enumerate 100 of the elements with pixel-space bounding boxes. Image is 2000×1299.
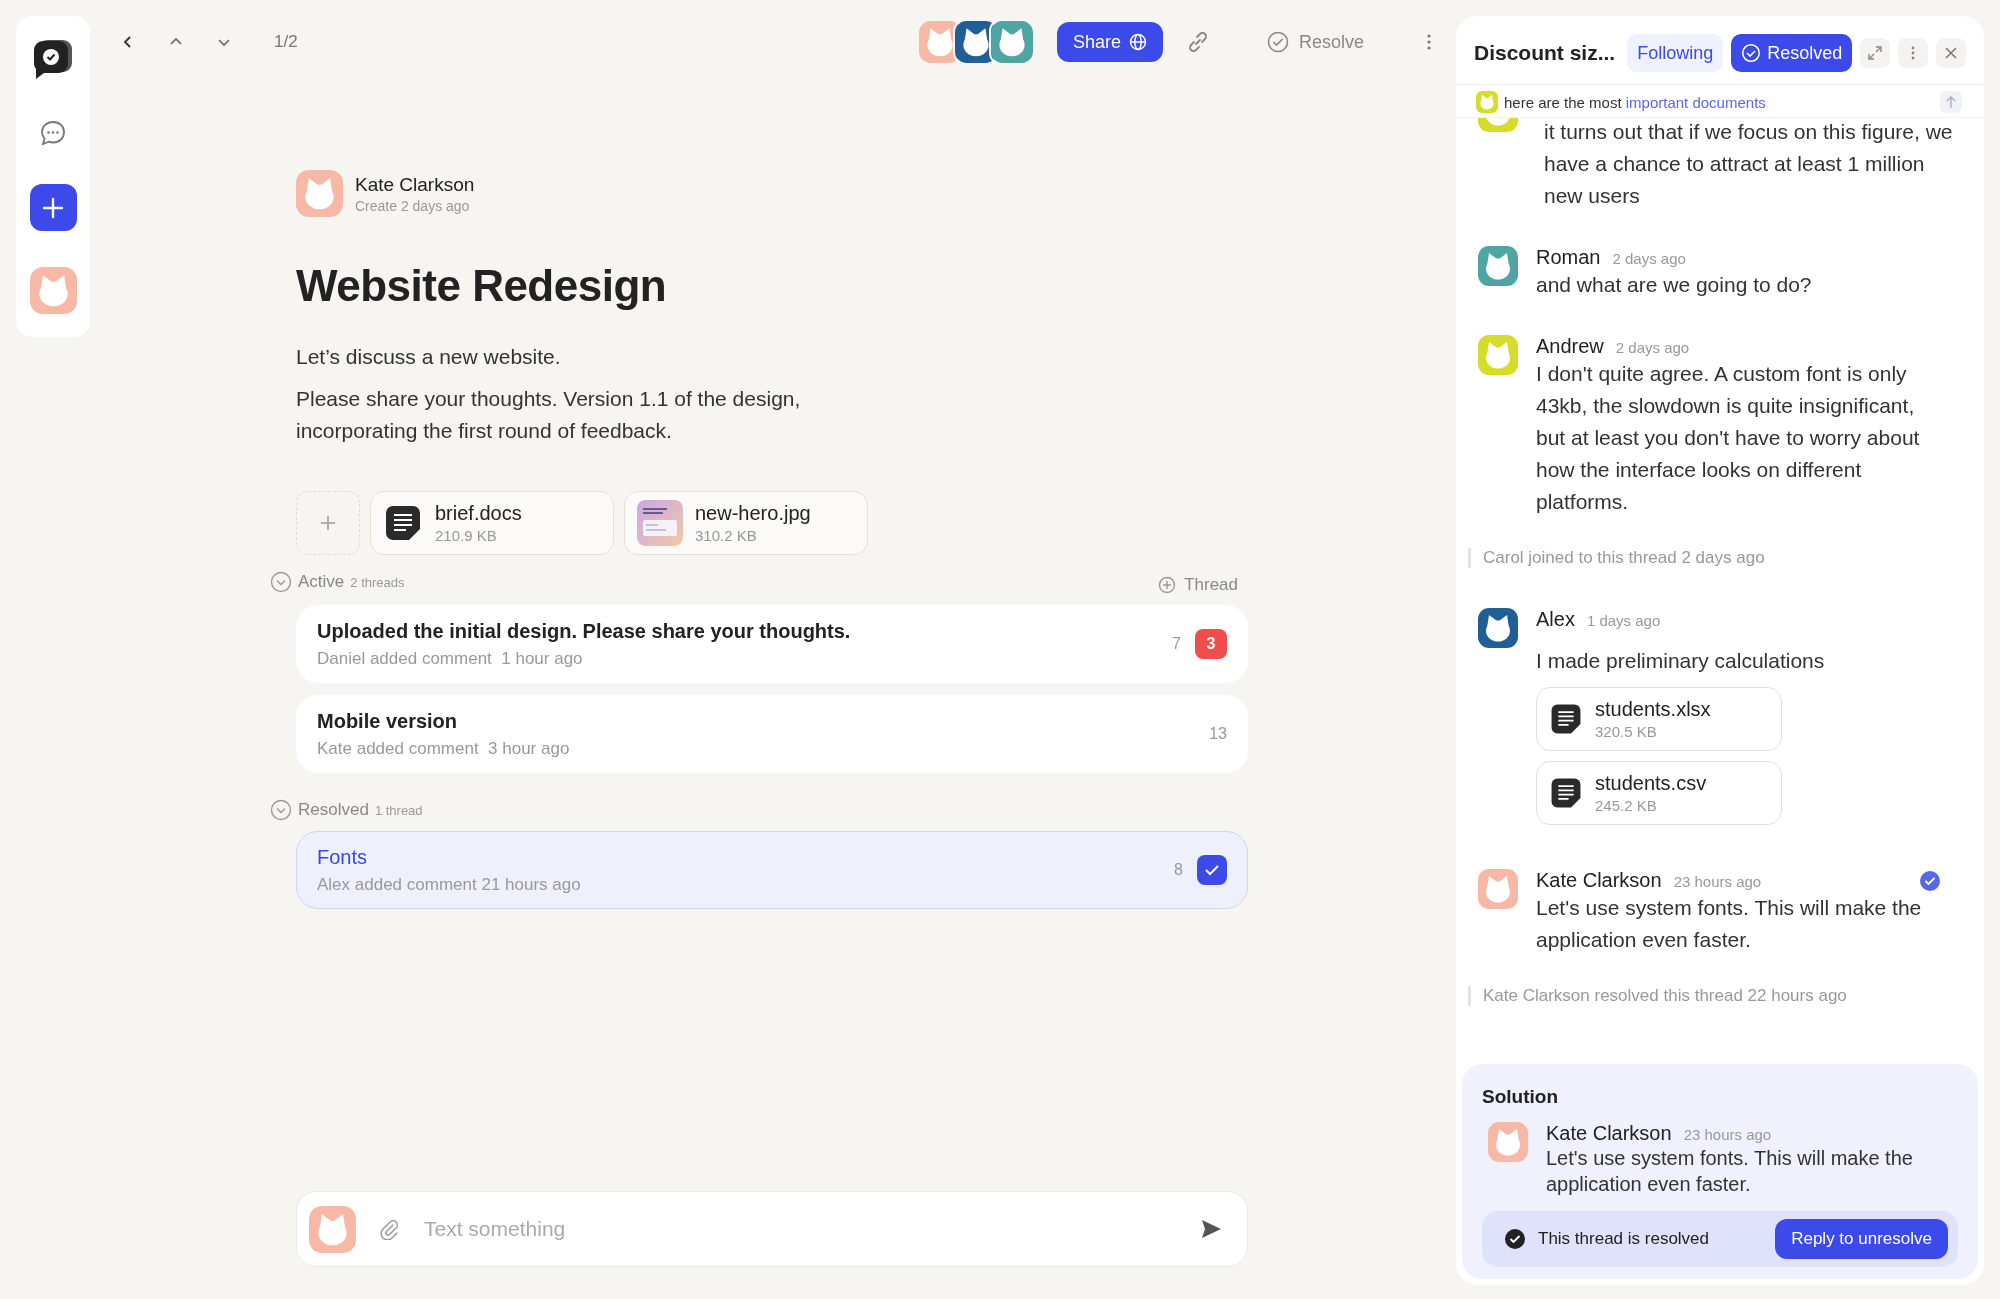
message-field[interactable]: Text something [296, 1191, 1248, 1267]
plus-icon [42, 196, 64, 219]
attachment-card[interactable]: new-hero.jpg 310.2 KB [624, 491, 868, 555]
avatar [1478, 608, 1518, 648]
file-name: students.xlsx [1595, 698, 1711, 721]
document-icon [383, 503, 423, 543]
post-paragraph: Let’s discuss a new website. [296, 344, 562, 370]
message-input[interactable]: Text something [422, 1216, 1177, 1242]
post-title: Website Redesign [296, 261, 668, 311]
expand-icon [1867, 45, 1884, 61]
avatar [1488, 1122, 1528, 1162]
thread-title: Discount siz... [1474, 41, 1616, 65]
close-button[interactable] [1936, 38, 1966, 68]
attachment-card[interactable]: students.xlsx 320.5 KB [1536, 687, 1782, 751]
file-name: new-hero.jpg [695, 502, 811, 525]
unread-badge: 3 [1195, 629, 1227, 659]
thread-item[interactable]: Mobile version Kate added comment 3 hour ago 13 [296, 695, 1248, 773]
thread-title: Uploaded the initial design. Please share your thoughts. [317, 619, 852, 643]
attachment-card[interactable]: brief.docs 210.9 KB [370, 491, 614, 555]
document-icon [1549, 776, 1583, 810]
message-text: I don't quite agree. A custom font is only 43kb, the slowdown is quite insignificant, but at least you don't have to worry about how the interface looks on different platforms. [1536, 361, 1921, 515]
globe-icon [1128, 33, 1147, 51]
avatar [29, 267, 77, 314]
thread-event: Kate Clarkson resolved this thread 22 hours ago [1468, 986, 1962, 1006]
add-button[interactable] [29, 184, 77, 231]
author-name: Roman [1536, 246, 1601, 269]
resolve-button[interactable]: Resolve [1260, 30, 1370, 54]
more-icon [1911, 45, 1916, 61]
author-name: Kate Clarkson [1536, 869, 1662, 892]
plus-icon [319, 514, 337, 532]
send-icon[interactable] [1199, 1217, 1223, 1241]
file-size: 210.9 KB [435, 527, 498, 544]
avatar [1478, 869, 1518, 909]
avatar [296, 170, 343, 217]
message-time: 23 hours ago [1673, 873, 1762, 890]
document-icon [1549, 702, 1583, 736]
new-thread-button[interactable]: Thread [1158, 569, 1248, 595]
avatar [1476, 91, 1498, 113]
post-paragraph: Please share your thoughts. Version 1.1 of the design, incorporating the first round of feedback. [296, 386, 802, 444]
resolved-status: This thread is resolved [1538, 1229, 1711, 1249]
file-name: students.csv [1595, 772, 1707, 795]
message-time: 2 days ago [1612, 250, 1686, 267]
avatar [990, 21, 1033, 63]
section-label: Active [298, 572, 345, 592]
thread-item[interactable]: Uploaded the initial design. Please share your thoughts. Daniel added comment 1 hour ago 7 3 [296, 605, 1248, 683]
thread-count: 1 thread [374, 802, 423, 818]
file-size: 320.5 KB [1595, 723, 1658, 740]
reply-to-unresolve-button[interactable]: Reply to unresolve [1775, 1219, 1948, 1259]
thread-count: 2 threads [350, 574, 405, 590]
message-time: 1 days ago [1586, 612, 1661, 629]
avatar [1478, 246, 1518, 286]
close-icon [1944, 46, 1959, 60]
message-time: 23 hours ago [1683, 1126, 1772, 1143]
thread-title: Mobile version [317, 709, 459, 733]
comment-count: 8 [1174, 861, 1183, 879]
resolved-checkbox[interactable] [1197, 855, 1227, 885]
thread-meta: Daniel added comment 1 hour ago [317, 648, 584, 669]
more-icon[interactable] [1426, 32, 1432, 52]
thread-title: Fonts [317, 845, 369, 869]
file-size: 310.2 KB [695, 527, 758, 544]
comment-count: 13 [1209, 725, 1227, 743]
created-time: Create 2 days ago [355, 197, 471, 214]
page-counter: 1/2 [274, 32, 298, 52]
document-link[interactable]: important documents [1625, 93, 1766, 111]
paperclip-icon[interactable] [378, 1218, 400, 1240]
message-text: Let's use system fonts. This will make the application even faster. [1536, 895, 1923, 953]
comment-count: 7 [1172, 635, 1181, 653]
thread-event: Carol joined to this thread 2 days ago [1468, 548, 1962, 568]
check-icon [1504, 1228, 1526, 1250]
solution-title: Solution [1482, 1086, 1559, 1108]
expand-button[interactable] [1860, 38, 1891, 68]
toggle-button[interactable]: Resolved [1731, 34, 1853, 72]
avatar [309, 1205, 356, 1253]
collapse-icon[interactable] [270, 799, 292, 821]
plus-circle-icon [1158, 576, 1177, 594]
author-name: Alex [1536, 608, 1575, 631]
message-text: it turns out that if we focus on this figure, we have a chance to attract at least 1 million new users [1544, 119, 1954, 209]
message-text: and what are we going to do? [1536, 272, 1813, 298]
pinned-message[interactable]: here are the most important documents [1456, 85, 1984, 118]
toggle-button[interactable]: Following [1627, 34, 1724, 72]
message-text: I made preliminary calculations [1536, 648, 1826, 674]
message-time: 2 days ago [1615, 339, 1690, 356]
avatar [1478, 335, 1518, 375]
pinned-text: here are the most important documents [1504, 93, 1767, 111]
thread-item[interactable]: Fonts Alex added comment 21 hours ago 8 [296, 831, 1248, 909]
author-name: Kate Clarkson [355, 173, 475, 196]
share-button[interactable]: Share [1056, 22, 1163, 62]
file-name: brief.docs [435, 502, 522, 525]
arrow-up-icon [1945, 95, 1957, 109]
check-circle-icon [1266, 31, 1289, 53]
chat-icon[interactable] [38, 118, 68, 148]
file-size: 245.2 KB [1595, 797, 1658, 814]
attachment-card[interactable]: students.csv 245.2 KB [1536, 761, 1782, 825]
check-circle-icon [1741, 43, 1762, 63]
section-label: Resolved [298, 800, 369, 820]
collapse-icon[interactable] [270, 571, 292, 593]
author-name: Kate Clarkson [1546, 1122, 1672, 1145]
author-name: Andrew [1536, 335, 1604, 358]
thread-meta: Alex added comment 21 hours ago [317, 874, 582, 895]
thread-meta: Kate added comment 3 hour ago [317, 738, 571, 759]
